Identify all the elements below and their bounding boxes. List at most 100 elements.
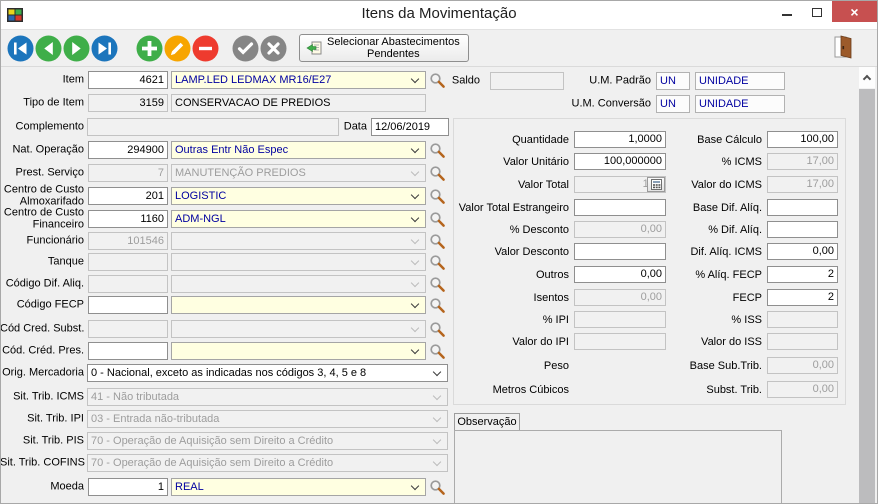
nat-operacao-combo[interactable]: Outras Entr Não Espec: [171, 141, 426, 159]
centro-de-custo-financeiro-code-field[interactable]: 1160: [88, 210, 168, 228]
field-label-tipo-de-item: Tipo de Item: [23, 97, 84, 109]
subst-trib-field: 0,00: [767, 381, 838, 398]
scrollbar-thumb[interactable]: [859, 89, 875, 504]
iss-field: [767, 311, 838, 328]
field-label-cod-cred-subst: Cód Cred. Subst.: [0, 323, 84, 335]
centro-de-custo-almoxarifado-code-field[interactable]: 201: [88, 187, 168, 205]
fecp-field[interactable]: 2: [767, 289, 838, 306]
funcionario-lookup-icon[interactable]: [429, 233, 446, 250]
tanque-lookup-icon[interactable]: [429, 254, 446, 271]
chevron-down-icon: [433, 458, 441, 466]
field-label-valor-total-estrangeiro: Valor Total Estrangeiro: [459, 202, 569, 214]
um-conversao-code-field[interactable]: UN: [656, 95, 690, 113]
sit-trib-icms-value: 41 - Não tributada: [91, 391, 179, 403]
field-label-dif-aliq: % Dif. Alíq.: [708, 224, 762, 236]
field-label-valor-desconto: Valor Desconto: [495, 246, 569, 258]
field-label-sit-trib-ipi: Sit. Trib. IPI: [27, 413, 84, 425]
cod-cred-subst-lookup-icon[interactable]: [429, 321, 446, 338]
sit-trib-icms-select[interactable]: 41 - Não tributada: [87, 388, 448, 406]
field-label-base-subtrib: Base Sub.Trib.: [690, 360, 762, 372]
chevron-down-icon: [411, 482, 419, 490]
isentos-field: 0,00: [574, 289, 666, 306]
field-label-valor-unitario: Valor Unitário: [503, 156, 569, 168]
cod-cred-pres-combo[interactable]: [171, 342, 426, 360]
observacao-textarea[interactable]: [454, 430, 782, 504]
um-padrao-code-field[interactable]: UN: [656, 72, 690, 90]
chevron-down-icon: [411, 346, 419, 354]
dif-aliq-field[interactable]: [767, 221, 838, 238]
chevron-down-icon: [411, 257, 419, 265]
sit-trib-ipi-value: 03 - Entrada não-tributada: [91, 413, 219, 425]
cod-cred-pres-lookup-icon[interactable]: [429, 343, 446, 360]
prest-servico-combo[interactable]: MANUTENÇÃO PREDIOS: [171, 164, 426, 182]
item-lookup-icon[interactable]: [429, 72, 446, 89]
um-conversao-label: U.M. Conversão: [572, 98, 651, 110]
aliq-fecp-field[interactable]: 2: [767, 266, 838, 283]
moeda-lookup-icon[interactable]: [429, 479, 446, 496]
base-calculo-field[interactable]: 100,00: [767, 131, 838, 148]
scroll-up-button[interactable]: [859, 67, 875, 88]
tab-observacao[interactable]: Observação: [454, 413, 520, 430]
centro-de-custo-almoxarifado-lookup-icon[interactable]: [429, 188, 446, 205]
chevron-up-icon: [862, 75, 870, 83]
valor-unitario-field[interactable]: 100,000000: [574, 153, 666, 170]
nat-operacao-code-field[interactable]: 294900: [88, 141, 168, 159]
orig-mercadoria-value: 0 - Nacional, exceto as indicadas nos có…: [91, 367, 366, 379]
valor-total-estrangeiro-field[interactable]: [574, 199, 666, 216]
field-label-valor-do-iss: Valor do ISS: [701, 336, 762, 348]
sit-trib-ipi-select[interactable]: 03 - Entrada não-tributada: [87, 410, 448, 428]
codigo-dif-aliq-lookup-icon[interactable]: [429, 276, 446, 293]
sit-trib-pis-select[interactable]: 70 - Operação de Aquisição sem Direito a…: [87, 432, 448, 450]
field-label-funcionario: Funcionário: [27, 235, 84, 247]
valor-desconto-field[interactable]: [574, 243, 666, 260]
nat-operacao-lookup-icon[interactable]: [429, 142, 446, 159]
chevron-down-icon: [411, 214, 419, 222]
codigo-dif-aliq-code-field: [88, 275, 168, 293]
sit-trib-cofins-select[interactable]: 70 - Operação de Aquisição sem Direito a…: [87, 454, 448, 472]
codigo-fecp-lookup-icon[interactable]: [429, 297, 446, 314]
item-combo[interactable]: LAMP.LED LEDMAX MR16/E27: [171, 71, 426, 89]
moeda-combo[interactable]: REAL: [171, 478, 426, 496]
funcionario-combo[interactable]: [171, 232, 426, 250]
centro-de-custo-financeiro-lookup-icon[interactable]: [429, 211, 446, 228]
field-label-centro-de-custo-financeiro: Centro de Custo Financeiro: [1, 208, 84, 231]
outros-field[interactable]: 0,00: [574, 266, 666, 283]
codigo-dif-aliq-combo[interactable]: [171, 275, 426, 293]
um-padrao-desc-field[interactable]: UNIDADE: [695, 72, 785, 90]
data-field[interactable]: 12/06/2019: [371, 118, 449, 136]
centro-de-custo-almoxarifado-combo[interactable]: LOGISTIC: [171, 187, 426, 205]
field-label-codigo-dif-aliq: Código Dif. Aliq.: [6, 278, 84, 290]
complemento-field[interactable]: [87, 118, 339, 136]
valor-do-ipi-field: [574, 333, 666, 350]
dif-aliq-icms-field[interactable]: 0,00: [767, 243, 838, 260]
codigo-fecp-combo[interactable]: [171, 296, 426, 314]
field-label-valor-do-icms: Valor do ICMS: [691, 179, 762, 191]
sit-trib-pis-value: 70 - Operação de Aquisição sem Direito a…: [91, 435, 333, 447]
prest-servico-lookup-icon[interactable]: [429, 165, 446, 182]
centro-de-custo-almoxarifado-description: LOGISTIC: [175, 190, 226, 202]
orig-mercadoria-select[interactable]: 0 - Nacional, exceto as indicadas nos có…: [87, 364, 448, 382]
field-label-quantidade: Quantidade: [512, 134, 569, 146]
um-padrao-label: U.M. Padrão: [589, 75, 651, 87]
chevron-down-icon: [411, 191, 419, 199]
cod-cred-subst-combo[interactable]: [171, 320, 426, 338]
saldo-field[interactable]: [490, 72, 564, 90]
chevron-down-icon: [411, 279, 419, 287]
quantidade-field[interactable]: 1,0000: [574, 131, 666, 148]
chevron-down-icon: [433, 436, 441, 444]
codigo-fecp-code-field[interactable]: [88, 296, 168, 314]
tipo-de-item-description: CONSERVACAO DE PREDIOS: [175, 97, 330, 109]
moeda-code-field[interactable]: 1: [88, 478, 168, 496]
centro-de-custo-financeiro-combo[interactable]: ADM-NGL: [171, 210, 426, 228]
field-label-desconto: % Desconto: [510, 224, 569, 236]
um-conversao-desc-field[interactable]: UNIDADE: [695, 95, 785, 113]
nat-operacao-description: Outras Entr Não Espec: [175, 144, 288, 156]
item-code-field[interactable]: 4621: [88, 71, 168, 89]
tanque-combo[interactable]: [171, 253, 426, 271]
calculator-icon[interactable]: [647, 177, 665, 192]
field-label-nat-operacao: Nat. Operação: [12, 144, 84, 156]
base-dif-aliq-field[interactable]: [767, 199, 838, 216]
form-area: Saldo U.M. Padrão UN UNIDADE U.M. Conver…: [1, 1, 877, 503]
prest-servico-code-field: 7: [88, 164, 168, 182]
cod-cred-pres-code-field[interactable]: [88, 342, 168, 360]
